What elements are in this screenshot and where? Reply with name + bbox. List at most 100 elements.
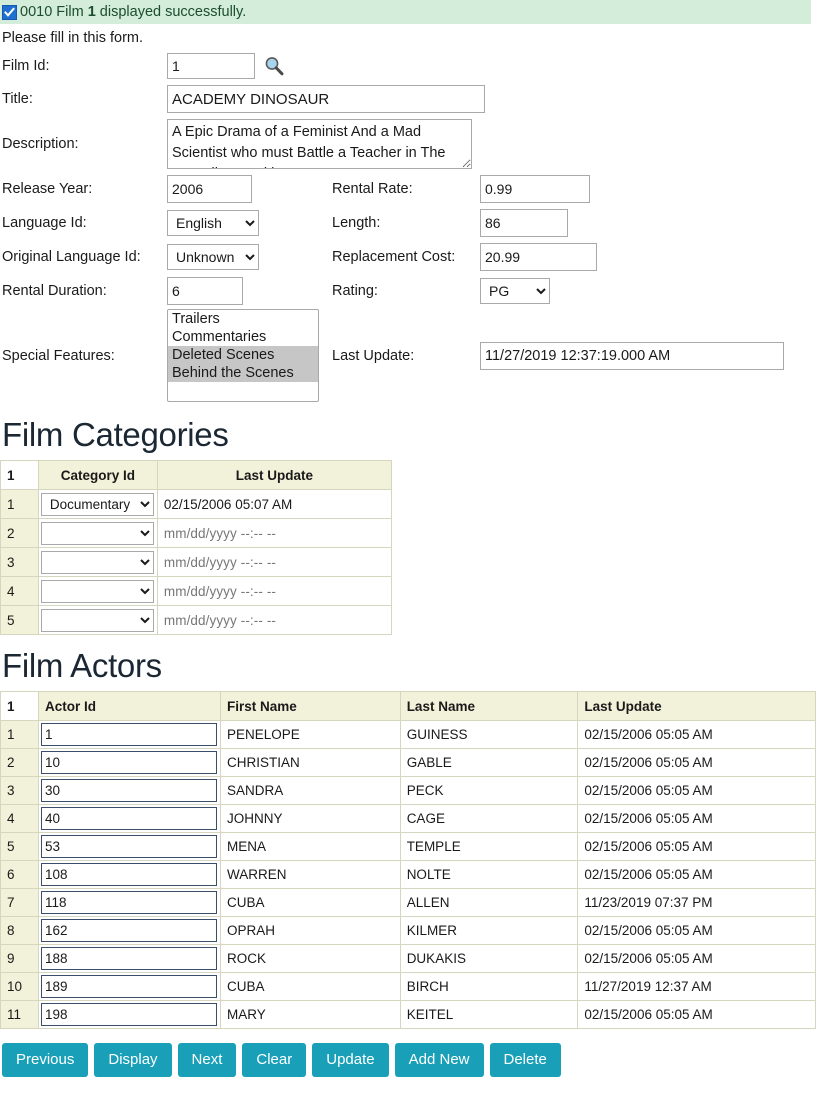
table-row: 2CHRISTIANGABLE02/15/2006 05:05 AM xyxy=(1,749,816,777)
previous-button[interactable]: Previous xyxy=(2,1043,88,1077)
last-update-cell: 02/15/2006 05:05 AM xyxy=(578,721,816,749)
film-id-input[interactable] xyxy=(167,53,255,79)
title-input[interactable] xyxy=(167,85,485,113)
actor-id-input[interactable] xyxy=(41,919,217,942)
row-number-cell: 5 xyxy=(1,606,39,635)
special-feature-option[interactable]: Trailers xyxy=(168,310,318,328)
special-feature-option[interactable]: Commentaries xyxy=(168,328,318,346)
category-id-select[interactable] xyxy=(41,609,154,632)
actor-id-input[interactable] xyxy=(41,975,217,998)
last-name-cell: CAGE xyxy=(400,805,578,833)
special-features-row: Special Features: Trailers Commentaries … xyxy=(2,308,840,404)
date-placeholder: mm/dd/yyyy --:-- -- xyxy=(164,613,276,628)
last-update-cell: 02/15/2006 05:05 AM xyxy=(578,1001,816,1029)
film-actors-heading: Film Actors xyxy=(2,647,840,685)
row-number-cell: 11 xyxy=(1,1001,39,1029)
column-header-first-name: First Name xyxy=(220,692,400,721)
film-actors-table: 1 Actor Id First Name Last Name Last Upd… xyxy=(0,691,816,1029)
last-update-cell[interactable]: mm/dd/yyyy --:-- -- xyxy=(157,577,391,606)
actor-id-input[interactable] xyxy=(41,779,217,802)
last-update-cell: 11/23/2019 07:37 PM xyxy=(578,889,816,917)
last-update-input[interactable] xyxy=(480,342,784,370)
title-row: Title: xyxy=(2,82,840,116)
rental-rate-input[interactable] xyxy=(480,175,590,203)
table-row: 4mm/dd/yyyy --:-- -- xyxy=(1,577,392,606)
table-row: 6WARRENNOLTE02/15/2006 05:05 AM xyxy=(1,861,816,889)
language-id-select[interactable]: English xyxy=(167,210,259,236)
last-update-cell: 02/15/2006 05:05 AM xyxy=(578,945,816,973)
description-row: Description: A Epic Drama of a Feminist … xyxy=(2,116,840,172)
category-id-cell xyxy=(38,606,157,635)
release-year-control xyxy=(167,175,332,203)
last-name-cell: GABLE xyxy=(400,749,578,777)
language-row: Language Id: English Length: xyxy=(2,206,840,240)
first-name-cell: JOHNNY xyxy=(220,805,400,833)
last-update-cell[interactable]: mm/dd/yyyy --:-- -- xyxy=(157,548,391,577)
length-input[interactable] xyxy=(480,209,568,237)
language-id-label: Language Id: xyxy=(2,215,167,231)
rating-label: Rating: xyxy=(332,283,480,299)
category-id-select[interactable] xyxy=(41,580,154,603)
clear-button[interactable]: Clear xyxy=(242,1043,306,1077)
table-row: 5MENATEMPLE02/15/2006 05:05 AM xyxy=(1,833,816,861)
last-name-cell: KILMER xyxy=(400,917,578,945)
table-row: 4JOHNNYCAGE02/15/2006 05:05 AM xyxy=(1,805,816,833)
category-id-select[interactable] xyxy=(41,522,154,545)
special-features-listbox[interactable]: Trailers Commentaries Deleted Scenes Beh… xyxy=(167,309,319,402)
actor-id-input[interactable] xyxy=(41,863,217,886)
category-id-select[interactable]: Documentary xyxy=(41,493,154,516)
special-feature-option[interactable]: Deleted Scenes xyxy=(168,346,318,364)
row-number-cell: 7 xyxy=(1,889,39,917)
actor-id-input[interactable] xyxy=(41,947,217,970)
original-language-id-select[interactable]: Unknown xyxy=(167,244,259,270)
date-placeholder: mm/dd/yyyy --:-- -- xyxy=(164,526,276,541)
date-placeholder: mm/dd/yyyy --:-- -- xyxy=(164,584,276,599)
table-row: 9ROCKDUKAKIS02/15/2006 05:05 AM xyxy=(1,945,816,973)
magnifier-icon[interactable] xyxy=(263,55,285,77)
release-year-row: Release Year: Rental Rate: xyxy=(2,172,840,206)
actor-id-cell xyxy=(38,973,220,1001)
last-update-cell[interactable]: 02/15/2006 05:07 AM xyxy=(157,490,391,519)
category-id-select[interactable] xyxy=(41,551,154,574)
language-id-control: English xyxy=(167,210,332,236)
table-row: 10CUBABIRCH11/27/2019 12:37 AM xyxy=(1,973,816,1001)
rental-duration-input[interactable] xyxy=(167,277,243,305)
last-name-cell: PECK xyxy=(400,777,578,805)
last-update-cell[interactable]: mm/dd/yyyy --:-- -- xyxy=(157,519,391,548)
actor-id-input[interactable] xyxy=(41,835,217,858)
last-update-cell[interactable]: mm/dd/yyyy --:-- -- xyxy=(157,606,391,635)
replacement-cost-input[interactable] xyxy=(480,243,597,271)
actors-corner-cell: 1 xyxy=(1,692,39,721)
row-number-cell: 9 xyxy=(1,945,39,973)
rating-select[interactable]: PG xyxy=(480,278,550,304)
actor-id-input[interactable] xyxy=(41,723,217,746)
column-header-actor-id: Actor Id xyxy=(38,692,220,721)
first-name-cell: PENELOPE xyxy=(220,721,400,749)
release-year-input[interactable] xyxy=(167,175,252,203)
last-name-cell: NOLTE xyxy=(400,861,578,889)
actor-id-input[interactable] xyxy=(41,891,217,914)
actor-id-cell xyxy=(38,721,220,749)
display-button[interactable]: Display xyxy=(94,1043,171,1077)
last-name-cell: BIRCH xyxy=(400,973,578,1001)
actor-id-input[interactable] xyxy=(41,1003,217,1026)
row-number-cell: 3 xyxy=(1,777,39,805)
row-number-cell: 5 xyxy=(1,833,39,861)
actor-id-cell xyxy=(38,749,220,777)
table-row: 7CUBAALLEN11/23/2019 07:37 PM xyxy=(1,889,816,917)
first-name-cell: WARREN xyxy=(220,861,400,889)
next-button[interactable]: Next xyxy=(178,1043,237,1077)
original-language-id-label: Original Language Id: xyxy=(2,249,167,265)
actor-id-input[interactable] xyxy=(41,807,217,830)
rental-duration-control xyxy=(167,277,332,305)
table-row: 1Documentary02/15/2006 05:07 AM xyxy=(1,490,392,519)
rental-duration-label: Rental Duration: xyxy=(2,283,167,299)
special-feature-option[interactable]: Behind the Scenes xyxy=(168,364,318,382)
actor-id-input[interactable] xyxy=(41,751,217,774)
delete-button[interactable]: Delete xyxy=(490,1043,561,1077)
update-button[interactable]: Update xyxy=(312,1043,388,1077)
description-textarea[interactable]: A Epic Drama of a Feminist And a Mad Sci… xyxy=(167,119,472,169)
add-new-button[interactable]: Add New xyxy=(395,1043,484,1077)
first-name-cell: CUBA xyxy=(220,889,400,917)
last-update-cell: 02/15/2006 05:05 AM xyxy=(578,777,816,805)
